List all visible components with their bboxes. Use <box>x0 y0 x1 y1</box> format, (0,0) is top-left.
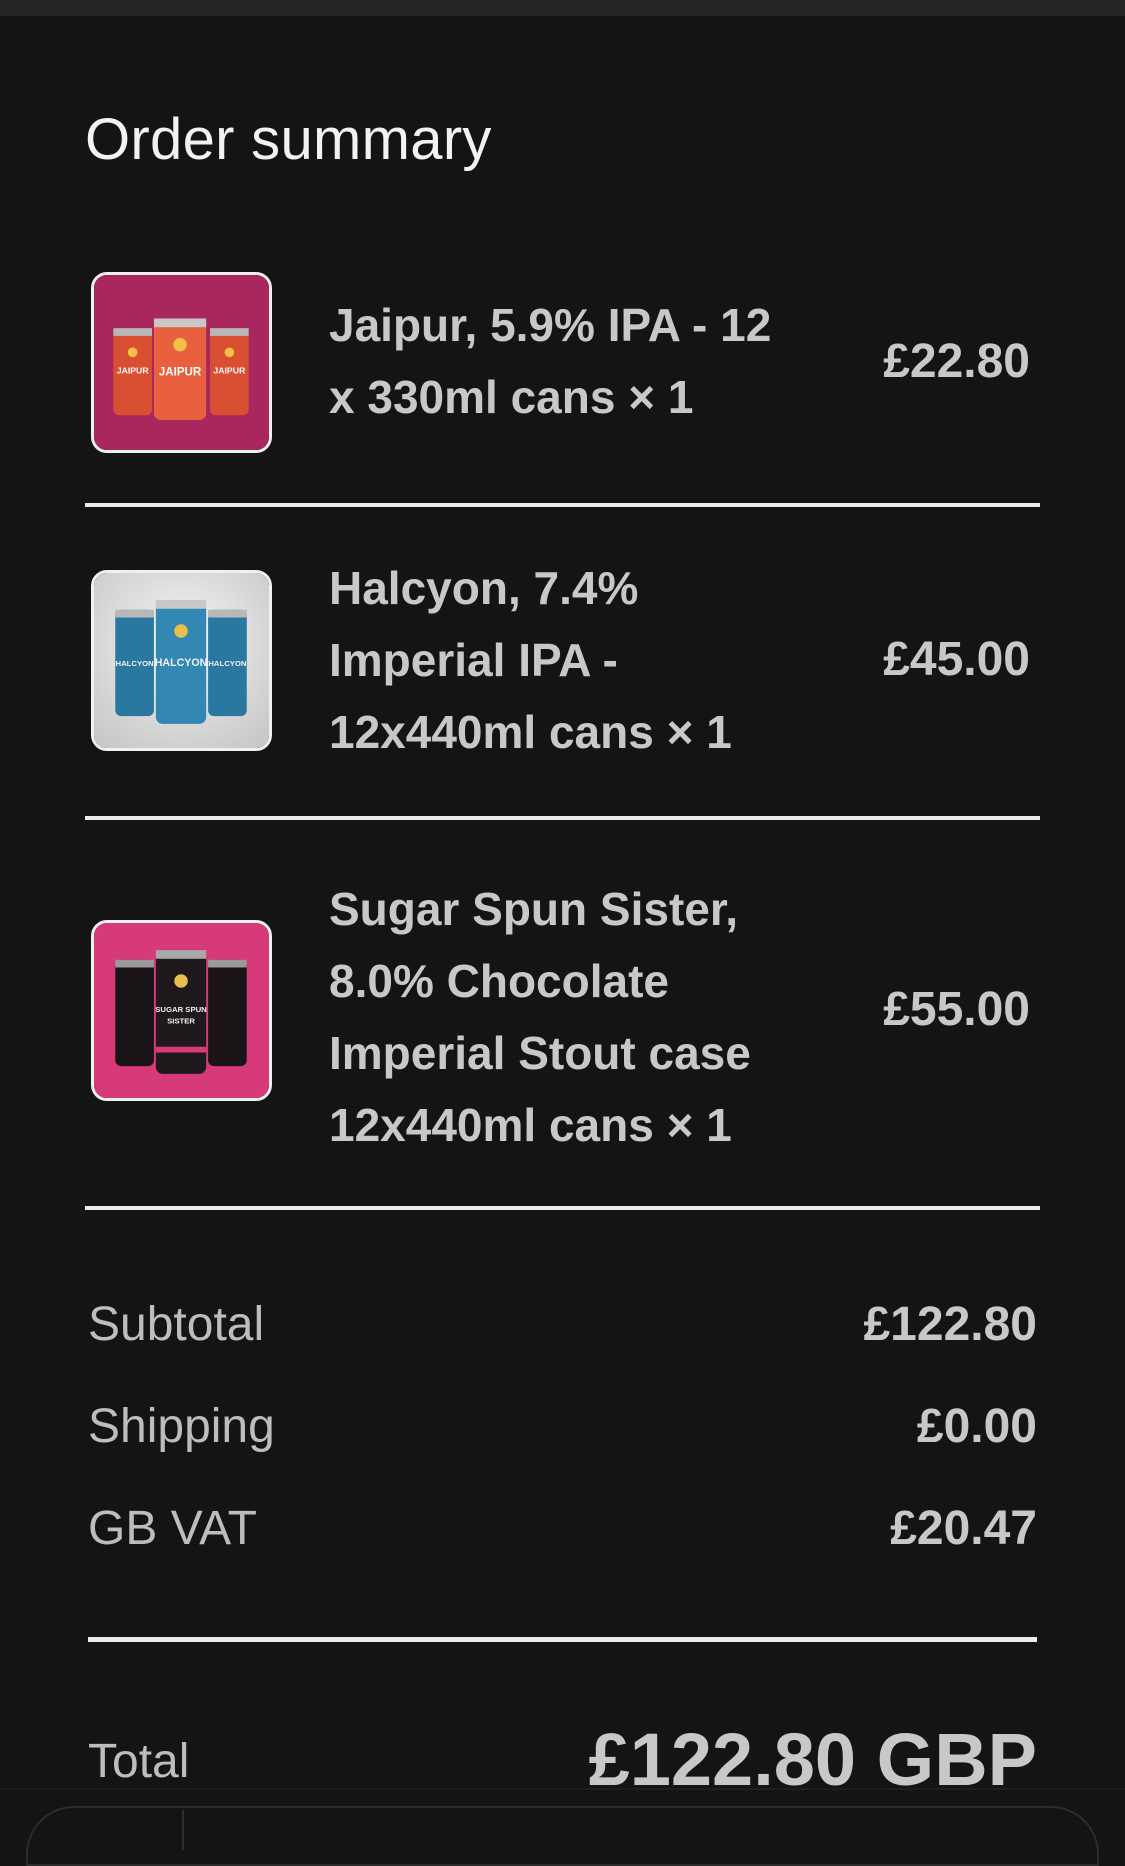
svg-text:HALCYON: HALCYON <box>116 659 155 668</box>
svg-text:JAIPUR: JAIPUR <box>159 366 202 379</box>
shipping-value: £0.00 <box>916 1400 1037 1453</box>
item-name: Sugar Spun Sister, 8.0% Chocolate Imperi… <box>329 883 751 1151</box>
shipping-row: Shipping £0.00 <box>88 1391 1037 1463</box>
divider <box>85 503 1040 507</box>
order-item-sugar-spun-sister: SUGAR SPUN SISTER Sugar Spun Sister, 8.0… <box>85 883 1040 1151</box>
product-image-halcyon: HALCYON HALCYON HALCYON <box>91 570 272 751</box>
item-price: £45.00 <box>883 633 1030 686</box>
svg-text:SISTER: SISTER <box>167 1017 195 1026</box>
vat-row: GB VAT £20.47 <box>88 1493 1037 1565</box>
item-name: Halcyon, 7.4% Imperial IPA - 12x440ml ca… <box>329 562 732 758</box>
svg-text:JAIPUR: JAIPUR <box>117 366 150 376</box>
vat-value: £20.47 <box>890 1502 1037 1555</box>
bottom-separator <box>182 1810 184 1850</box>
divider <box>85 816 1040 820</box>
svg-text:HALCYON: HALCYON <box>208 659 247 668</box>
beer-cans-sugar-spun-sister-icon: SUGAR SPUN SISTER <box>94 923 269 1098</box>
beer-cans-jaipur-icon: JAIPUR JAIPUR JAIPUR <box>94 275 269 450</box>
shipping-label: Shipping <box>88 1400 275 1453</box>
status-strip <box>0 0 1125 16</box>
subtotal-label: Subtotal <box>88 1298 265 1351</box>
item-price: £55.00 <box>883 983 1030 1036</box>
product-image-jaipur: JAIPUR JAIPUR JAIPUR <box>91 272 272 453</box>
svg-text:SUGAR SPUN: SUGAR SPUN <box>155 1005 207 1014</box>
total-divider <box>88 1637 1037 1642</box>
order-item-halcyon: HALCYON HALCYON HALCYON Halcyon, 7.4% Im… <box>85 562 1040 758</box>
beer-cans-halcyon-icon: HALCYON HALCYON HALCYON <box>94 573 269 748</box>
vat-label: GB VAT <box>88 1502 257 1555</box>
svg-text:JAIPUR: JAIPUR <box>213 366 246 376</box>
bottom-tab[interactable] <box>26 1806 1099 1866</box>
page-title: Order summary <box>85 107 492 172</box>
svg-text:HALCYON: HALCYON <box>155 657 208 669</box>
product-image-sugar-spun-sister: SUGAR SPUN SISTER <box>91 920 272 1101</box>
divider <box>85 1206 1040 1210</box>
item-name: Jaipur, 5.9% IPA - 12 x 330ml cans × 1 <box>329 299 772 423</box>
bottom-bar <box>0 1788 1125 1866</box>
item-price: £22.80 <box>883 335 1030 388</box>
order-item-jaipur: JAIPUR JAIPUR JAIPUR Jaipur, 5.9% IPA - … <box>85 272 1040 453</box>
subtotal-row: Subtotal £122.80 <box>88 1289 1037 1361</box>
subtotal-value: £122.80 <box>863 1298 1037 1351</box>
